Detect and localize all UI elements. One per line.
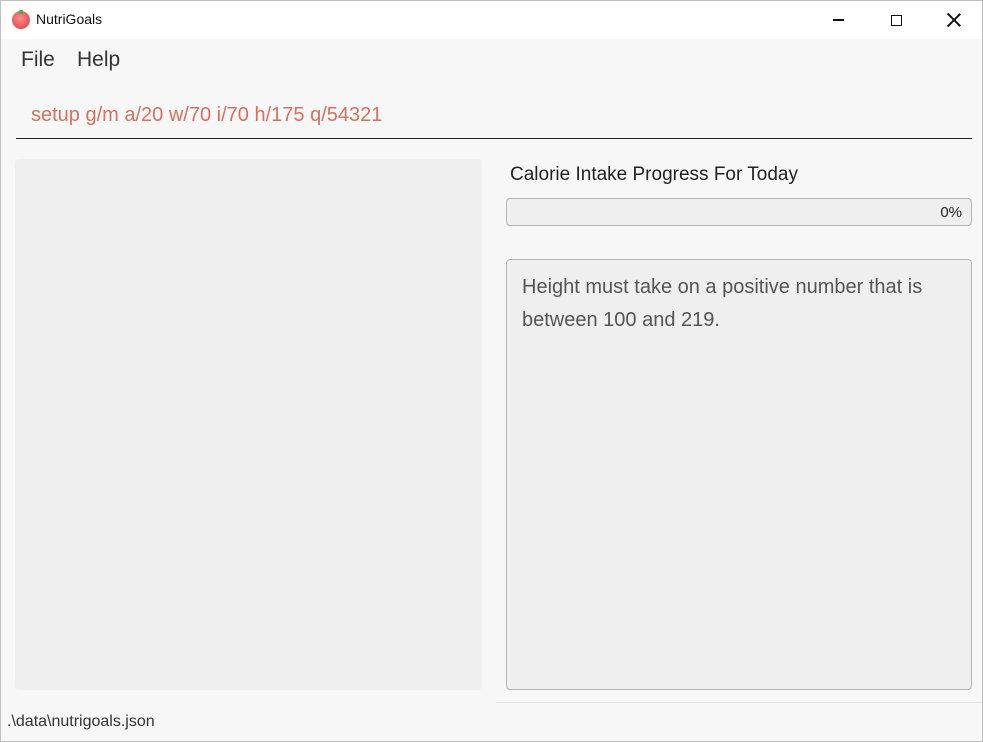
close-button[interactable] — [925, 1, 982, 39]
maximize-icon — [890, 14, 902, 26]
menu-help[interactable]: Help — [77, 48, 120, 72]
app-window: NutriGoals File Help Calorie Intake Prog… — [0, 0, 983, 742]
minimize-button[interactable] — [809, 1, 867, 39]
result-message: Height must take on a positive number th… — [522, 276, 923, 331]
result-display[interactable]: Height must take on a positive number th… — [506, 259, 972, 690]
progress-label: Calorie Intake Progress For Today — [510, 164, 798, 185]
menu-bar: File Help — [1, 39, 982, 83]
progress-percent: 0% — [940, 204, 962, 221]
status-divider — [496, 702, 982, 703]
calorie-progress-bar: 0% — [506, 198, 972, 226]
command-input[interactable] — [16, 93, 972, 137]
food-list-panel[interactable] — [15, 159, 482, 690]
menu-file[interactable]: File — [21, 48, 55, 72]
window-title: NutriGoals — [36, 11, 103, 27]
minimize-icon — [832, 19, 844, 21]
tomato-icon — [12, 10, 30, 29]
command-box — [16, 93, 972, 139]
maximize-button[interactable] — [867, 1, 925, 39]
status-file-path: .\data\nutrigoals.json — [7, 713, 155, 730]
close-icon — [947, 13, 961, 27]
title-bar[interactable]: NutriGoals — [1, 1, 982, 39]
